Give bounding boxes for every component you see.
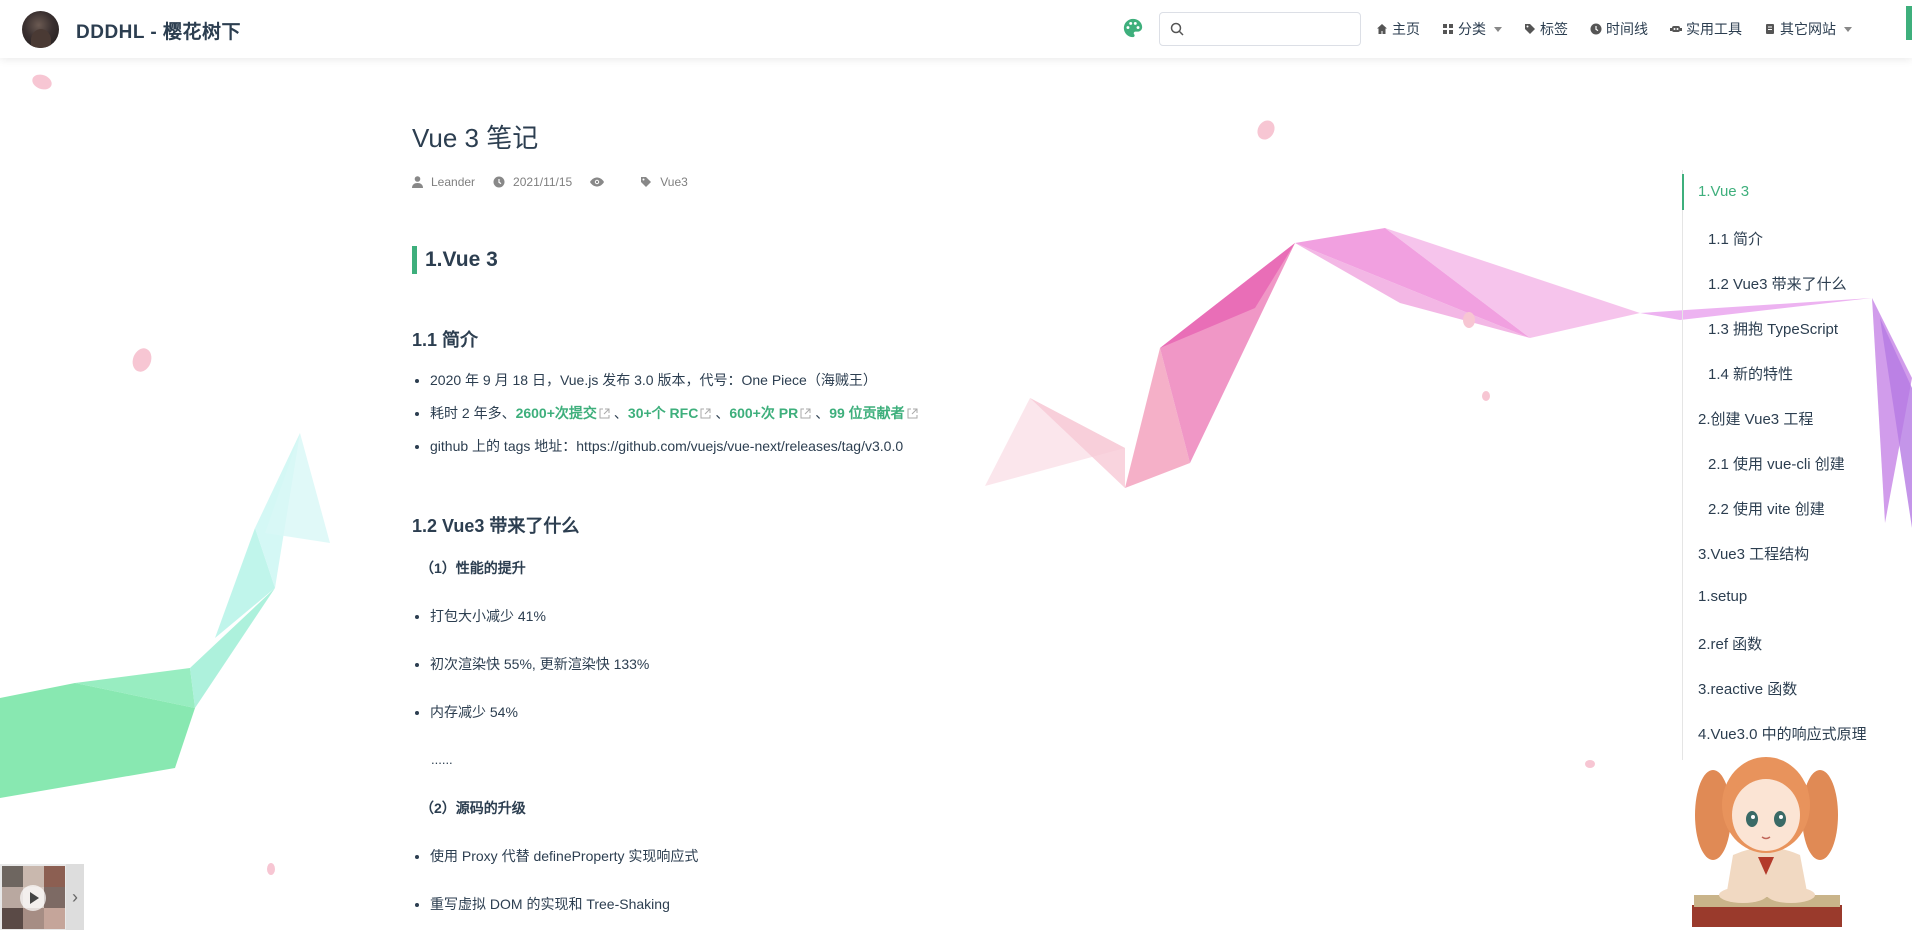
separator: 、 (715, 405, 730, 421)
toc-item-vue-cli[interactable]: 2.1 使用 vue-cli 创建 (1708, 453, 1845, 474)
nav-category-label: 分类 (1458, 21, 1486, 37)
nav-home-label: 主页 (1392, 21, 1420, 37)
heading-what-vue3-brings: 1.2 Vue3 带来了什么 (412, 516, 580, 536)
nav-timeline-label: 时间线 (1606, 21, 1648, 37)
chevron-right-icon[interactable]: › (66, 864, 84, 930)
clock-icon (493, 176, 505, 188)
list-item: 使用 Proxy 代替 defineProperty 实现响应式 (430, 846, 698, 894)
toc-item-typescript[interactable]: 1.3 拥抱 TypeScript (1708, 318, 1838, 339)
external-link-icon (800, 408, 811, 419)
list-item: 初次渲染快 55%, 更新渲染快 133% (430, 654, 649, 702)
toc-item-ref[interactable]: 2.ref 函数 (1698, 633, 1762, 654)
toc-item-setup[interactable]: 1.setup (1698, 588, 1747, 605)
eye-icon (590, 177, 605, 187)
nav-tags-label: 标签 (1540, 21, 1568, 37)
robot-icon (1670, 26, 1682, 32)
music-player[interactable]: › (0, 864, 84, 930)
background-ribbon-decoration (0, 74, 1912, 875)
toc-track (1682, 170, 1683, 760)
tag-icon (1525, 24, 1535, 34)
chevron-down-icon (1494, 26, 1502, 32)
grid-icon (1443, 24, 1453, 34)
subheading-performance: （1）性能的提升 (420, 560, 526, 576)
section-heading-vue3: 1.Vue 3 (412, 246, 498, 274)
palette-icon[interactable] (1122, 17, 1144, 39)
pr-link[interactable]: 600+次 PR (729, 405, 798, 421)
toc-active-indicator (1682, 174, 1684, 210)
external-link-icon (599, 408, 610, 419)
separator: 、 (613, 405, 628, 421)
book-icon (1766, 24, 1774, 34)
toc-item-reactivity-principle[interactable]: 4.Vue3.0 中的响应式原理 (1698, 723, 1867, 744)
toc-item-new-features[interactable]: 1.4 新的特性 (1708, 363, 1793, 384)
nav-tools[interactable]: 实用工具 (1670, 19, 1742, 39)
toc-item-intro[interactable]: 1.1 简介 (1708, 228, 1763, 249)
contributors-link[interactable]: 99 位贡献者 (829, 405, 904, 421)
search-box[interactable] (1159, 12, 1361, 46)
home-icon (1377, 24, 1387, 34)
toc-item-what-vue3-brings[interactable]: 1.2 Vue3 带来了什么 (1708, 273, 1847, 294)
nav-timeline[interactable]: 时间线 (1590, 19, 1648, 39)
play-icon[interactable] (20, 885, 46, 911)
heading-intro: 1.1 简介 (412, 330, 479, 350)
source-upgrade-list: 使用 Proxy 代替 defineProperty 实现响应式 重写虚拟 DO… (430, 846, 698, 942)
nav-other-sites-label: 其它网站 (1780, 21, 1836, 37)
toc-item-create-project[interactable]: 2.创建 Vue3 工程 (1698, 408, 1813, 429)
nav-other-sites[interactable]: 其它网站 (1764, 19, 1852, 39)
top-navbar: DDDHL - 樱花树下 主页 分类 标签 时间线 实用工具 其它网站 (0, 0, 1912, 58)
list-item: 打包大小减少 41% (430, 606, 649, 654)
article-meta: Leander 2021/11/15 Vue3 (412, 175, 706, 189)
table-of-contents: 1.Vue 3 1.1 简介 1.2 Vue3 带来了什么 1.3 拥抱 Typ… (1682, 170, 1912, 760)
nav-links: 主页 分类 标签 时间线 实用工具 其它网站 (1376, 18, 1874, 40)
list-item: github 上的 tags 地址：https://github.com/vue… (430, 436, 922, 469)
clock-icon (1590, 23, 1602, 35)
user-icon (412, 176, 423, 188)
page-title: Vue 3 笔记 (412, 123, 539, 153)
list-item: 内存减少 54% (430, 702, 649, 750)
meta-views (590, 177, 612, 187)
tag-icon (641, 177, 652, 187)
external-link-icon (907, 408, 918, 419)
meta-author: Leander (412, 175, 475, 189)
performance-list: 打包大小减少 41% 初次渲染快 55%, 更新渲染快 133% 内存减少 54… (430, 606, 649, 750)
intro-list: 2020 年 9 月 18 日，Vue.js 发布 3.0 版本，代号：One … (430, 370, 922, 469)
list-item: 耗时 2 年多、2600+次提交、30+个 RFC、600+次 PR、99 位贡… (430, 403, 922, 436)
search-input[interactable] (1190, 19, 1354, 39)
ellipsis-text: ...... (431, 752, 453, 767)
separator: 、 (815, 405, 830, 421)
meta-tag: Vue3 (640, 175, 688, 189)
commits-link[interactable]: 2600+次提交 (516, 405, 597, 421)
nav-category[interactable]: 分类 (1442, 19, 1502, 39)
meta-date: 2021/11/15 (493, 175, 572, 189)
search-icon (1170, 22, 1184, 36)
site-title[interactable]: DDDHL - 樱花树下 (76, 17, 241, 44)
nav-home[interactable]: 主页 (1376, 19, 1420, 39)
toc-item-vue3[interactable]: 1.Vue 3 (1698, 183, 1749, 200)
site-logo-avatar[interactable] (22, 11, 59, 48)
nav-tags[interactable]: 标签 (1524, 19, 1568, 39)
publish-date: 2021/11/15 (513, 175, 573, 189)
nav-tools-label: 实用工具 (1686, 21, 1742, 37)
author-name[interactable]: Leander (431, 175, 475, 189)
rfc-link[interactable]: 30+个 RFC (628, 405, 698, 421)
list-item-text: 耗时 2 年多、 (430, 405, 516, 421)
toc-item-project-structure[interactable]: 3.Vue3 工程结构 (1698, 543, 1809, 564)
external-link-icon (700, 408, 711, 419)
page-scroll-indicator[interactable] (1906, 6, 1912, 40)
toc-item-reactive[interactable]: 3.reactive 函数 (1698, 678, 1797, 699)
toc-item-vite[interactable]: 2.2 使用 vite 创建 (1708, 498, 1825, 519)
live2d-mascot[interactable] (1688, 745, 1848, 930)
tag-link[interactable]: Vue3 (660, 175, 688, 189)
list-item: 2020 年 9 月 18 日，Vue.js 发布 3.0 版本，代号：One … (430, 370, 922, 403)
chevron-down-icon (1844, 26, 1852, 32)
subheading-source-upgrade: （2）源码的升级 (420, 800, 526, 816)
list-item: 重写虚拟 DOM 的实现和 Tree-Shaking (430, 894, 698, 942)
